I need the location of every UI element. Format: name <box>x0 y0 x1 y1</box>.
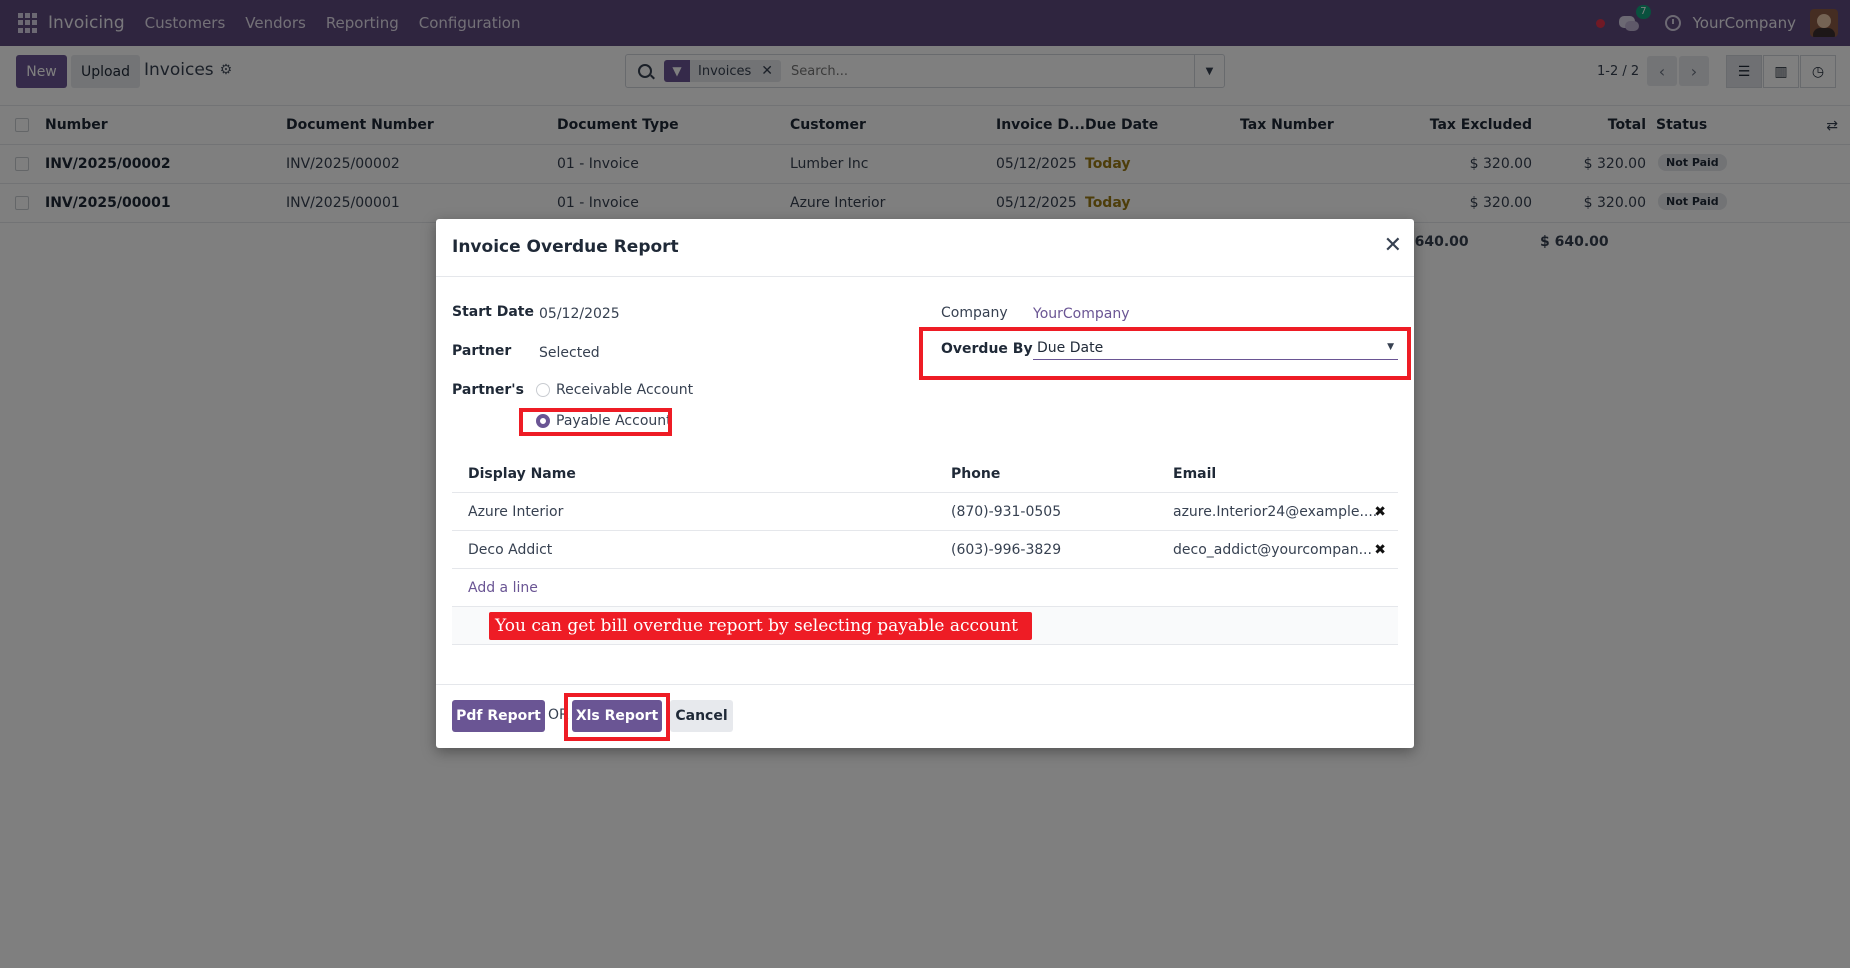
company-label: Company <box>941 305 1008 321</box>
annotation-callout: You can get bill overdue report by selec… <box>489 612 1032 640</box>
partner-name: Deco Addict <box>468 542 553 558</box>
overdue-by-highlight <box>919 327 1411 380</box>
remove-line-icon[interactable]: ✖ <box>1374 542 1386 558</box>
receivable-account-label[interactable]: Receivable Account <box>556 382 693 398</box>
partner-email: azure.Interior24@example.... <box>1173 504 1378 520</box>
partner-table: Display Name Phone Email Azure Interior … <box>452 455 1398 645</box>
close-icon[interactable]: ✕ <box>1384 233 1402 258</box>
column-header: Display Name <box>468 466 576 482</box>
start-date-field[interactable]: 05/12/2025 <box>539 306 620 322</box>
table-row[interactable]: Azure Interior (870)-931-0505 azure.Inte… <box>452 493 1398 531</box>
invoice-overdue-report-dialog: Invoice Overdue Report ✕ Start Date 05/1… <box>436 219 1414 748</box>
partner-table-header: Display Name Phone Email <box>452 455 1398 493</box>
partners-account-label: Partner's <box>452 382 524 398</box>
partner-email: deco_addict@yourcompan... <box>1173 542 1372 558</box>
pdf-report-button[interactable]: Pdf Report <box>452 700 545 732</box>
add-line-link[interactable]: Add a line <box>468 580 538 596</box>
partner-name: Azure Interior <box>468 504 564 520</box>
partner-label: Partner <box>452 343 512 359</box>
remove-line-icon[interactable]: ✖ <box>1374 504 1386 520</box>
partner-phone: (603)-996-3829 <box>951 542 1062 558</box>
modal-title: Invoice Overdue Report <box>452 237 679 257</box>
column-header: Email <box>1173 466 1217 482</box>
annotation-row: You can get bill overdue report by selec… <box>452 607 1398 645</box>
payable-account-highlight <box>519 408 672 436</box>
modal-header: Invoice Overdue Report ✕ <box>436 219 1414 277</box>
receivable-account-radio[interactable] <box>536 383 550 397</box>
modal-footer: Pdf Report OR Xls Report Cancel <box>436 684 1414 748</box>
xls-report-highlight <box>564 693 670 741</box>
cancel-button[interactable]: Cancel <box>670 700 733 732</box>
company-field[interactable]: YourCompany <box>1033 306 1130 322</box>
column-header: Phone <box>951 466 1001 482</box>
partner-field[interactable]: Selected <box>539 345 600 361</box>
partner-phone: (870)-931-0505 <box>951 504 1062 520</box>
table-row[interactable]: Deco Addict (603)-996-3829 deco_addict@y… <box>452 531 1398 569</box>
add-line-row: Add a line <box>452 569 1398 607</box>
start-date-label: Start Date <box>452 304 534 320</box>
